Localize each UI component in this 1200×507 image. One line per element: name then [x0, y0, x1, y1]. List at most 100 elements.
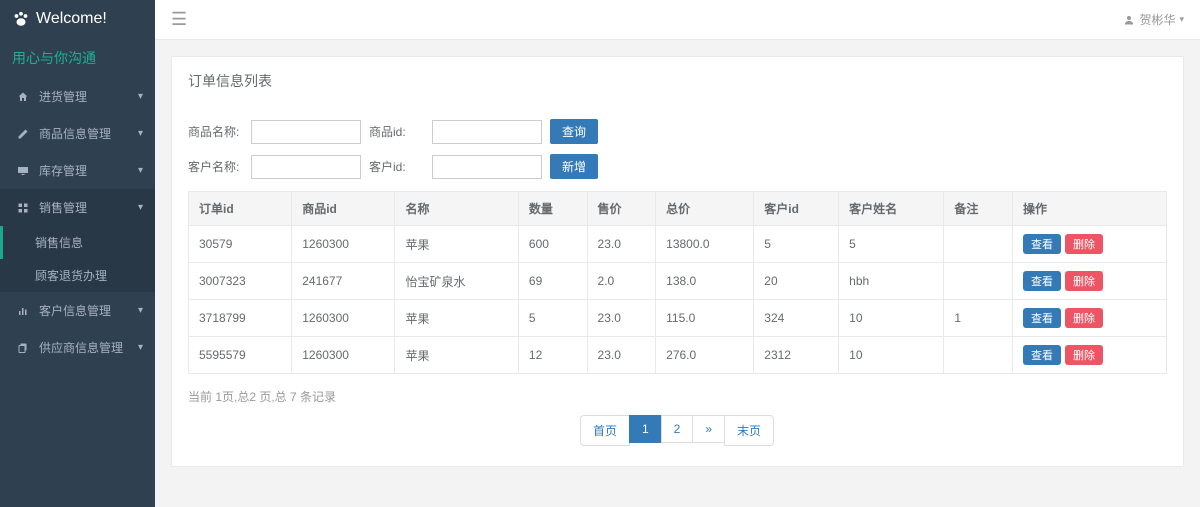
nav-label: 销售管理 — [39, 199, 87, 216]
table-cell: 3718799 — [189, 300, 292, 337]
desktop-icon — [15, 165, 31, 177]
table-cell: 241677 — [292, 263, 395, 300]
nav-label: 商品信息管理 — [39, 125, 111, 142]
label-product-id: 商品id: — [369, 123, 424, 140]
table-cell: 怡宝矿泉水 — [395, 263, 518, 300]
nav-label: 库存管理 — [39, 162, 87, 179]
nav-sub-item-sales-info[interactable]: 销售信息 — [0, 226, 155, 259]
table-cell: 5 — [754, 226, 839, 263]
nav-label: 进货管理 — [39, 88, 87, 105]
pagination: 首页 1 2 » 末页 — [188, 415, 1167, 446]
table-cell — [944, 226, 1013, 263]
nav-item-product[interactable]: 商品信息管理 ▾ — [0, 115, 155, 152]
table-row: 3007323241677怡宝矿泉水692.0138.020hbh查看删除 — [189, 263, 1167, 300]
table-row: 55955791260300苹果1223.0276.0231210查看删除 — [189, 337, 1167, 374]
table-cell-ops: 查看删除 — [1012, 263, 1166, 300]
delete-button[interactable]: 删除 — [1065, 271, 1103, 291]
nav-item-sales[interactable]: 销售管理 ▾ 销售信息 顾客退货办理 — [0, 189, 155, 292]
search-button[interactable]: 查询 — [550, 119, 598, 144]
content: 订单信息列表 商品名称: 商品id: 查询 客户名称: 客户id: — [155, 40, 1200, 483]
delete-button[interactable]: 删除 — [1065, 308, 1103, 328]
copy-icon — [15, 342, 31, 354]
th-remark: 备注 — [944, 192, 1013, 226]
chevron-down-icon: ▾ — [138, 342, 143, 353]
nav-list: 进货管理 ▾ 商品信息管理 ▾ 库存管理 ▾ — [0, 78, 155, 366]
brand-tagline: 用心与你沟通 — [0, 38, 155, 78]
table-cell: 2312 — [754, 337, 839, 374]
th-order-id: 订单id — [189, 192, 292, 226]
th-product-id: 商品id — [292, 192, 395, 226]
search-row-1: 商品名称: 商品id: 查询 — [188, 119, 1167, 144]
th-customer-id: 客户id — [754, 192, 839, 226]
view-button[interactable]: 查看 — [1023, 308, 1061, 328]
search-row-2: 客户名称: 客户id: 新增 — [188, 154, 1167, 179]
panel-title: 订单信息列表 — [172, 57, 1183, 99]
chevron-down-icon: ▾ — [138, 128, 143, 139]
paw-icon — [12, 10, 30, 28]
nav-item-customer[interactable]: 客户信息管理 ▾ — [0, 292, 155, 329]
topbar: ☰ 贺彬华 ▾ — [155, 0, 1200, 40]
table-cell: 600 — [518, 226, 587, 263]
th-qty: 数量 — [518, 192, 587, 226]
panel: 订单信息列表 商品名称: 商品id: 查询 客户名称: 客户id: — [171, 56, 1184, 467]
page-1[interactable]: 1 — [630, 415, 662, 446]
nav-label: 客户信息管理 — [39, 302, 111, 319]
th-price: 售价 — [587, 192, 656, 226]
table-cell: 1260300 — [292, 337, 395, 374]
table-cell: 30579 — [189, 226, 292, 263]
table-header-row: 订单id 商品id 名称 数量 售价 总价 客户id 客户姓名 备注 操作 — [189, 192, 1167, 226]
table-cell — [944, 337, 1013, 374]
page-2[interactable]: 2 — [662, 415, 694, 446]
chevron-down-icon: ▾ — [1179, 14, 1184, 25]
table-cell: 20 — [754, 263, 839, 300]
label-customer-id: 客户id: — [369, 158, 424, 175]
chevron-down-icon: ▾ — [138, 202, 143, 213]
nav-sub-item-returns[interactable]: 顾客退货办理 — [3, 259, 155, 292]
table-cell: 324 — [754, 300, 839, 337]
user-menu[interactable]: 贺彬华 ▾ — [1123, 11, 1184, 28]
table-cell: 1260300 — [292, 226, 395, 263]
main-area: ☰ 贺彬华 ▾ 订单信息列表 商品名称: 商品id: 查询 — [155, 0, 1200, 507]
table-cell: 苹果 — [395, 337, 518, 374]
nav-sub-sales: 销售信息 顾客退货办理 — [3, 226, 155, 292]
hamburger-icon[interactable]: ☰ — [171, 9, 187, 30]
delete-button[interactable]: 删除 — [1065, 234, 1103, 254]
input-customer-name[interactable] — [251, 155, 361, 179]
table-cell: 5595579 — [189, 337, 292, 374]
view-button[interactable]: 查看 — [1023, 271, 1061, 291]
input-product-id[interactable] — [432, 120, 542, 144]
edit-icon — [15, 128, 31, 140]
table-cell: 1260300 — [292, 300, 395, 337]
table-cell: 69 — [518, 263, 587, 300]
view-button[interactable]: 查看 — [1023, 345, 1061, 365]
delete-button[interactable]: 删除 — [1065, 345, 1103, 365]
grid-icon — [15, 202, 31, 214]
page-last[interactable]: 末页 — [725, 415, 774, 446]
table-cell: 1 — [944, 300, 1013, 337]
brand-header: Welcome! — [0, 0, 155, 38]
nav-item-inventory[interactable]: 库存管理 ▾ — [0, 152, 155, 189]
label-product-name: 商品名称: — [188, 123, 243, 140]
nav-item-purchase[interactable]: 进货管理 ▾ — [0, 78, 155, 115]
table-cell-ops: 查看删除 — [1012, 226, 1166, 263]
th-total: 总价 — [656, 192, 754, 226]
panel-body: 商品名称: 商品id: 查询 客户名称: 客户id: 新增 — [172, 99, 1183, 466]
chart-icon — [15, 305, 31, 317]
input-product-name[interactable] — [251, 120, 361, 144]
table-cell: 23.0 — [587, 337, 656, 374]
page-next[interactable]: » — [693, 415, 725, 446]
view-button[interactable]: 查看 — [1023, 234, 1061, 254]
table-cell: hbh — [839, 263, 944, 300]
add-button[interactable]: 新增 — [550, 154, 598, 179]
table-cell — [944, 263, 1013, 300]
table-cell: 13800.0 — [656, 226, 754, 263]
table-cell-ops: 查看删除 — [1012, 300, 1166, 337]
table-cell: 5 — [518, 300, 587, 337]
input-customer-id[interactable] — [432, 155, 542, 179]
page-first[interactable]: 首页 — [581, 415, 630, 446]
table-cell: 苹果 — [395, 300, 518, 337]
nav-item-supplier[interactable]: 供应商信息管理 ▾ — [0, 329, 155, 366]
table-cell-ops: 查看删除 — [1012, 337, 1166, 374]
table-cell: 23.0 — [587, 226, 656, 263]
pager-info: 当前 1页,总2 页,总 7 条记录 — [188, 388, 1167, 405]
